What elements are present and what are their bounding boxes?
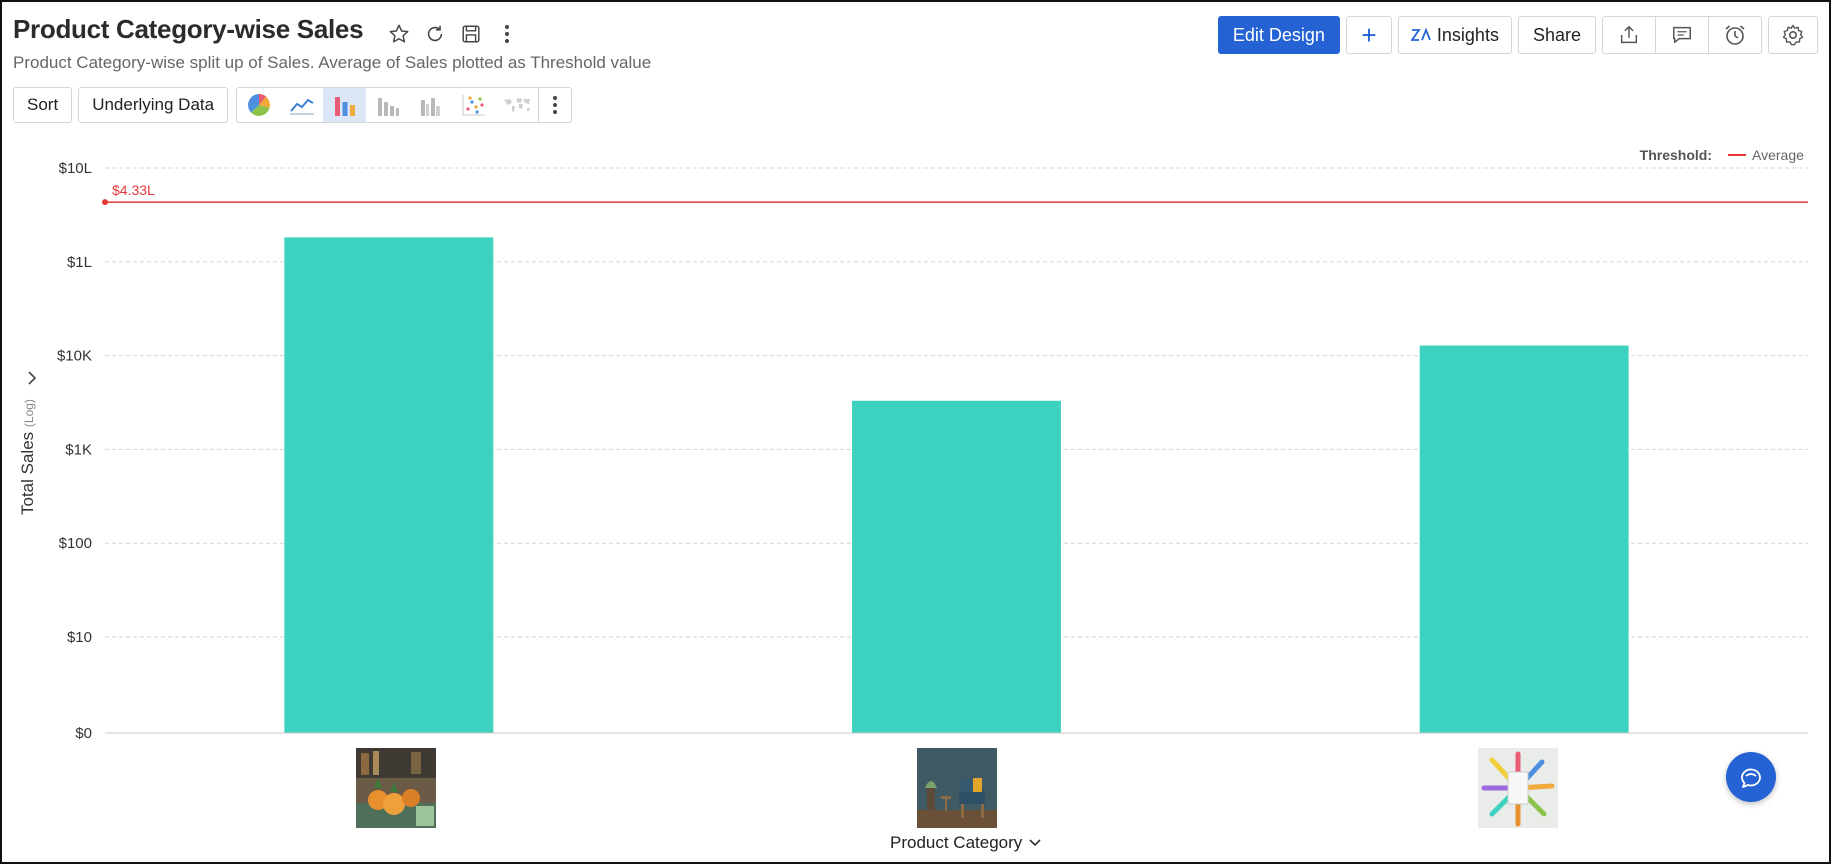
bar-1[interactable] (284, 237, 494, 733)
category-image-2[interactable] (917, 748, 997, 828)
x-axis-label: Product Category (890, 833, 1023, 852)
chat-icon (1741, 768, 1761, 788)
threshold-line-group: $4.33L (102, 182, 1808, 206)
y-axis-label: Total Sales (18, 431, 37, 515)
threshold-legend-label: Threshold: (1640, 147, 1712, 163)
y-tick-label: $10 (67, 629, 92, 646)
y-tick-label: $100 (59, 535, 92, 552)
chat-button[interactable] (1726, 752, 1776, 802)
x-axis-title[interactable]: Product Category (890, 833, 1042, 853)
bar-3[interactable] (1419, 345, 1629, 733)
threshold-legend: Threshold: Average (1640, 147, 1804, 163)
category-image-3[interactable] (1478, 748, 1558, 828)
y-tick-label: $1K (65, 441, 92, 458)
threshold-marker (102, 199, 108, 206)
threshold-value-label: $4.33L (112, 182, 155, 198)
category-image-1[interactable] (356, 748, 436, 828)
y-axis-title: Total Sales (Log) (18, 399, 38, 515)
bar-2[interactable] (852, 400, 1061, 733)
y-axis-expand-icon[interactable] (26, 370, 38, 391)
y-axis-scale-note: (Log) (22, 399, 36, 428)
report-frame: Product Category-wise Sales Product Cate… (0, 0, 1831, 864)
y-tick-label: $10K (57, 348, 92, 365)
bar-chart: $0 $10 $100 $1K $10K $1L $10L $4.33L Threshold… (57, 147, 1808, 742)
chevron-down-icon (1029, 839, 1041, 847)
y-tick-label: $1L (67, 254, 92, 271)
y-tick-label: $10L (59, 160, 92, 177)
y-axis-ticks: $0 $10 $100 $1K $10K $1L $10L (57, 160, 92, 742)
y-tick-label: $0 (75, 725, 92, 742)
bar-series (284, 237, 1629, 733)
threshold-legend-item[interactable]: Average (1752, 147, 1804, 163)
